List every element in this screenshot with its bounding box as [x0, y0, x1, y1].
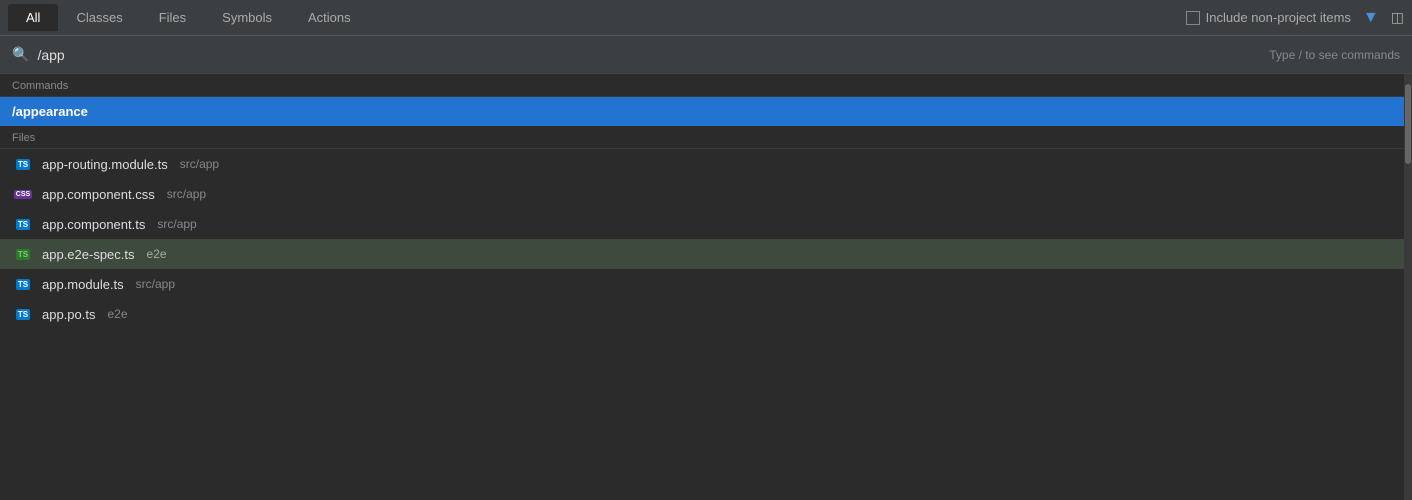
- ts-badge: TS: [16, 219, 30, 230]
- item-path-app-po: e2e: [108, 307, 128, 321]
- item-path-app-module: src/app: [136, 277, 175, 291]
- include-label: Include non-project items: [1206, 10, 1351, 25]
- search-hint: Type / to see commands: [1269, 48, 1400, 62]
- ts-icon-app-module: TS: [12, 276, 34, 292]
- ts-icon-app-routing: TS: [12, 156, 34, 172]
- tab-all[interactable]: All: [8, 4, 58, 31]
- ts-icon-app-component: TS: [12, 216, 34, 232]
- list-item-app-routing[interactable]: TS app-routing.module.ts src/app: [0, 149, 1404, 179]
- tab-symbols[interactable]: Symbols: [204, 4, 290, 31]
- item-path-app-component-ts: src/app: [157, 217, 196, 231]
- list-item-app-component-ts[interactable]: TS app.component.ts src/app: [0, 209, 1404, 239]
- item-name-app-component-ts: app.component.ts: [42, 217, 145, 232]
- filter-icon[interactable]: ▼: [1363, 9, 1379, 27]
- css-badge: CSS: [14, 190, 32, 199]
- item-name-app-module: app.module.ts: [42, 277, 124, 292]
- tab-files[interactable]: Files: [141, 4, 204, 31]
- list-item-app-module[interactable]: TS app.module.ts src/app: [0, 269, 1404, 299]
- list-item-app-component-css[interactable]: CSS app.component.css src/app: [0, 179, 1404, 209]
- item-path-app-routing: src/app: [180, 157, 219, 171]
- content-area: Commands /appearance Files TS app-routin…: [0, 74, 1412, 500]
- layout-icon[interactable]: ◫: [1391, 9, 1404, 26]
- scrollbar[interactable]: [1404, 74, 1412, 500]
- css-icon-app-component: CSS: [12, 186, 34, 202]
- tab-bar: All Classes Files Symbols Actions Includ…: [0, 0, 1412, 36]
- ts-icon-app-po: TS: [12, 306, 34, 322]
- search-icon: 🔍: [12, 46, 29, 63]
- list-item-appearance[interactable]: /appearance: [0, 97, 1404, 126]
- search-input[interactable]: [37, 47, 1261, 63]
- ts-badge: TS: [16, 279, 30, 290]
- tab-actions[interactable]: Actions: [290, 4, 369, 31]
- scrollbar-thumb[interactable]: [1405, 84, 1411, 164]
- ts-green-icon-app-e2e: TS: [12, 246, 34, 262]
- section-header-commands: Commands: [0, 74, 1404, 97]
- tab-right-controls: Include non-project items ▼ ◫: [1186, 9, 1404, 27]
- results-list: Commands /appearance Files TS app-routin…: [0, 74, 1404, 500]
- item-name-app-routing: app-routing.module.ts: [42, 157, 168, 172]
- ts-badge: TS: [16, 159, 30, 170]
- tab-classes[interactable]: Classes: [58, 4, 140, 31]
- list-item-app-e2e-spec[interactable]: TS app.e2e-spec.ts e2e: [0, 239, 1404, 269]
- item-name-app-component-css: app.component.css: [42, 187, 155, 202]
- item-path-app-component-css: src/app: [167, 187, 206, 201]
- section-header-files: Files: [0, 126, 1404, 149]
- item-name-app-po: app.po.ts: [42, 307, 96, 322]
- include-non-project-toggle[interactable]: Include non-project items: [1186, 10, 1351, 25]
- item-path-app-e2e-spec: e2e: [147, 247, 167, 261]
- ts-badge: TS: [16, 309, 30, 320]
- item-name-appearance: /appearance: [12, 104, 88, 119]
- item-name-app-e2e-spec: app.e2e-spec.ts: [42, 247, 135, 262]
- include-checkbox[interactable]: [1186, 11, 1200, 25]
- ts-green-badge: TS: [16, 249, 30, 260]
- list-item-app-po[interactable]: TS app.po.ts e2e: [0, 299, 1404, 329]
- search-bar: 🔍 Type / to see commands: [0, 36, 1412, 74]
